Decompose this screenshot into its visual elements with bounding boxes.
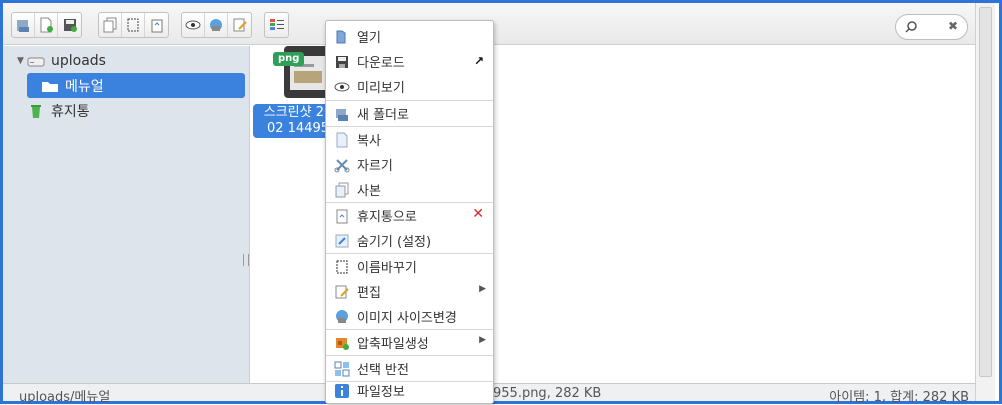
hide-icon: [334, 233, 350, 249]
status-summary: 아이템: 1, 합계: 282 KB: [829, 390, 969, 405]
save-icon: [334, 54, 350, 70]
menu-item-cut[interactable]: 자르기: [326, 152, 493, 177]
menu-item-rename[interactable]: 이름바꾸기: [326, 254, 493, 279]
toolbar-group-layout: [264, 12, 289, 38]
menu-item-label: 압축파일생성: [357, 337, 429, 352]
trash-bin-icon: [27, 103, 45, 119]
search-input[interactable]: [920, 18, 948, 36]
menu-item-label: 자르기: [357, 159, 393, 174]
submenu-arrow-icon: ▶: [479, 284, 486, 294]
rename-icon: [334, 259, 350, 275]
panel-resize-handle[interactable]: [243, 254, 249, 266]
status-path: uploads/메뉴얼: [19, 390, 111, 405]
menu-item-label: 다운로드: [357, 56, 405, 71]
search-box[interactable]: ✖: [895, 14, 968, 40]
save-icon: [63, 19, 77, 32]
menu-item-file-info[interactable]: 파일정보: [326, 378, 493, 403]
trash-button[interactable]: [145, 13, 168, 37]
menu-item-new-folder[interactable]: 새 폴더로: [326, 101, 493, 126]
scrollbar-thumb[interactable]: [979, 7, 992, 377]
home-icon: [17, 20, 29, 32]
toolbar-group-file: [11, 12, 82, 38]
file-type-badge: png: [273, 52, 305, 66]
tree-item-uploads[interactable]: ▼ uploads: [17, 48, 106, 73]
view-toggle-button[interactable]: [265, 13, 288, 37]
new-file-icon: [40, 17, 53, 33]
copy-icon: [334, 132, 350, 148]
rename-icon: [127, 18, 139, 32]
new-file-button[interactable]: [35, 13, 58, 37]
menu-item-label: 숨기기 (설정): [357, 235, 432, 250]
tree-item-trash[interactable]: 휴지통: [27, 98, 90, 123]
menu-item-label: 사본: [357, 184, 381, 199]
edit-button[interactable]: [228, 13, 251, 37]
archive-icon: [334, 335, 350, 351]
edit-icon: [334, 284, 350, 300]
menu-item-hide[interactable]: 숨기기 (설정): [326, 228, 493, 253]
menu-item-label: 이미지 사이즈변경: [357, 311, 457, 326]
trash-icon: [151, 19, 162, 33]
red-x-icon: ✕: [472, 206, 484, 222]
info-icon: [334, 383, 350, 399]
clear-search-icon[interactable]: ✖: [948, 19, 958, 33]
submenu-arrow-icon: ▶: [479, 335, 486, 345]
tree-item-label: 메뉴얼: [65, 78, 104, 95]
back-button[interactable]: [12, 13, 35, 37]
folder-open-icon: [41, 78, 59, 94]
menu-item-label: 휴지통으로: [357, 210, 417, 225]
menu-item-label: 파일정보: [357, 385, 405, 400]
caret-down-icon[interactable]: ▼: [17, 56, 27, 66]
menu-item-edit[interactable]: 편집 ▶: [326, 279, 493, 304]
menu-item-create-archive[interactable]: 압축파일생성 ▶: [326, 330, 493, 355]
list-view-icon: [269, 19, 284, 30]
preview-button[interactable]: [182, 13, 205, 37]
menu-item-label: 편집: [357, 286, 381, 301]
menu-item-label: 복사: [357, 134, 381, 149]
menu-item-label: 이름바꾸기: [357, 261, 417, 276]
open-icon: [334, 29, 350, 45]
toolbar-group-edit: [98, 12, 169, 38]
menu-item-label: 새 폴더로: [357, 108, 409, 123]
menu-item-preview[interactable]: 미리보기: [326, 74, 493, 99]
resize-icon: [210, 19, 222, 31]
tree-item-manual[interactable]: 메뉴얼: [27, 73, 245, 98]
resize-icon: [334, 309, 350, 325]
copy-button[interactable]: [99, 13, 122, 37]
copy-icon: [103, 17, 117, 33]
resize-button[interactable]: [205, 13, 228, 37]
context-menu: 열기 다운로드 ↗ 미리보기 새 폴더로 복사 자르기 사본 휴지통으로 ✕ 숨…: [325, 20, 494, 404]
tree-item-label: uploads: [51, 52, 106, 69]
scissors-icon: [334, 157, 350, 173]
external-arrow-icon: ↗: [473, 54, 484, 68]
menu-item-label: 열기: [357, 31, 381, 46]
tree-item-label: 휴지통: [51, 103, 90, 120]
vertical-scrollbar[interactable]: [975, 3, 995, 401]
save-button[interactable]: [58, 13, 81, 37]
folder-tree: ▼ uploads 메뉴얼 휴지통: [3, 46, 250, 383]
menu-item-resize-image[interactable]: 이미지 사이즈변경: [326, 304, 493, 329]
menu-item-copy[interactable]: 복사: [326, 127, 493, 152]
invert-selection-icon: [334, 361, 350, 377]
menu-item-label: 선택 반전: [357, 363, 409, 378]
search-icon: [905, 21, 917, 33]
eye-icon: [334, 79, 350, 95]
menu-item-open[interactable]: 열기: [326, 24, 493, 49]
menu-item-duplicate[interactable]: 사본: [326, 177, 493, 202]
select-button[interactable]: [122, 13, 145, 37]
eye-icon: [185, 20, 201, 30]
new-folder-icon: [334, 106, 350, 122]
status-selection: 955.png, 282 KB: [493, 386, 602, 401]
toolbar-group-view: [181, 12, 252, 38]
menu-item-label: 미리보기: [357, 81, 405, 96]
menu-item-download[interactable]: 다운로드 ↗: [326, 49, 493, 74]
menu-item-move-to-trash[interactable]: 휴지통으로 ✕: [326, 203, 493, 228]
duplicate-icon: [334, 182, 350, 198]
trash-icon: [334, 208, 350, 224]
drive-icon: [27, 53, 45, 69]
edit-icon: [233, 18, 247, 32]
